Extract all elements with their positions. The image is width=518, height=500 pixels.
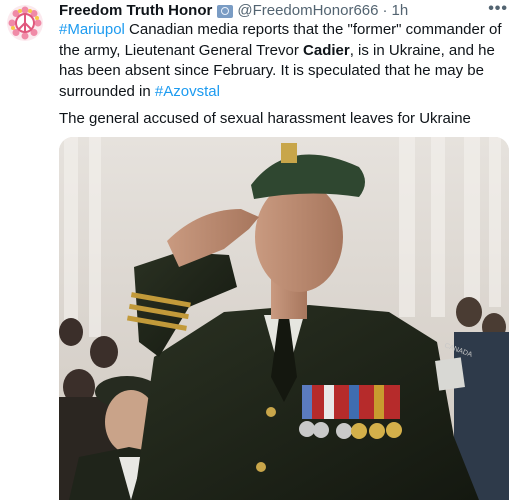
hashtag-link[interactable]: #Mariupol (59, 21, 125, 38)
tweet-header: Freedom Truth Honor @FreedomHonor666 · 1… (59, 0, 408, 20)
avatar[interactable] (7, 5, 43, 41)
timestamp[interactable]: 1h (391, 2, 408, 19)
soldier-saluting-photo: CANADA (59, 137, 509, 500)
separator-dot: · (382, 1, 388, 19)
peace-flower-icon (7, 5, 43, 41)
tweet-text-bold: Cadier (303, 41, 350, 59)
un-flag-icon (217, 4, 234, 18)
more-options-icon[interactable]: ••• (488, 0, 508, 18)
display-name[interactable]: Freedom Truth Honor (59, 2, 212, 19)
tweet-subtitle: The general accused of sexual harassment… (59, 110, 471, 127)
tweet-text: #Mariupol Canadian media reports that th… (59, 20, 511, 102)
hashtag-link[interactable]: #Azovstal (155, 83, 220, 100)
user-handle[interactable]: @FreedomHonor666 (237, 2, 378, 19)
tweet-card[interactable]: Freedom Truth Honor @FreedomHonor666 · 1… (0, 0, 518, 500)
tweet-photo[interactable]: CANADA (59, 137, 509, 500)
